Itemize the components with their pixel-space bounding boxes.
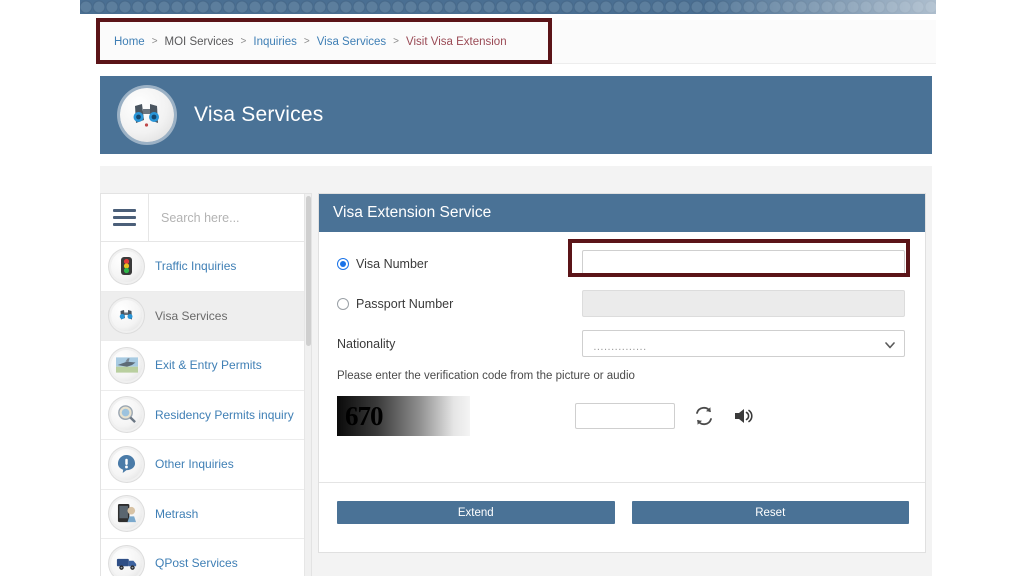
captcha-image: 670 xyxy=(337,396,470,436)
breadcrumb: Home > MOI Services > Inquiries > Visa S… xyxy=(96,36,507,48)
captcha-row: 670 xyxy=(337,396,905,436)
breadcrumb-separator: > xyxy=(393,36,400,47)
binoculars-icon xyxy=(111,300,142,332)
sidebar-item-qpost-services[interactable]: QPost Services xyxy=(101,539,311,576)
breadcrumb-bar: Home > MOI Services > Inquiries > Visa S… xyxy=(96,20,936,64)
top-nav-strip xyxy=(80,0,936,14)
body-area: Traffic Inquiries Visa Services xyxy=(100,166,932,576)
reset-button[interactable]: Reset xyxy=(631,501,909,524)
nationality-row: Nationality ............... xyxy=(337,330,905,357)
speaker-icon[interactable] xyxy=(733,405,755,427)
visa-number-option[interactable]: Visa Number xyxy=(337,257,582,271)
captcha-code: 670 xyxy=(345,400,383,431)
page-container: Home > MOI Services > Inquiries > Visa S… xyxy=(96,14,936,576)
breadcrumb-item-visit-visa-extension: Visit Visa Extension xyxy=(406,35,507,48)
hamburger-bar xyxy=(113,223,136,226)
nationality-label: Nationality xyxy=(337,336,396,351)
hamburger-icon[interactable] xyxy=(101,194,149,241)
sidebar-item-metrash[interactable]: Metrash xyxy=(101,489,311,539)
breadcrumb-separator: > xyxy=(240,36,247,47)
sidebar-scrollbar[interactable] xyxy=(304,194,311,576)
captcha-hint: Please enter the verification code from … xyxy=(337,370,635,382)
exclamation-icon xyxy=(111,448,142,480)
sidebar-item-label: QPost Services xyxy=(155,556,238,571)
sidebar-item-label: Traffic Inquiries xyxy=(155,259,237,274)
airplane-icon xyxy=(111,349,142,381)
sidebar-item-other-inquiries[interactable]: Other Inquiries xyxy=(101,440,311,490)
service-banner: Visa Services xyxy=(100,76,932,154)
captcha-input[interactable] xyxy=(575,403,675,429)
magnifier-globe-icon xyxy=(111,399,142,431)
passport-number-row: Passport Number xyxy=(337,290,905,317)
extend-button[interactable]: Extend xyxy=(337,501,615,524)
sidebar-search-row xyxy=(101,194,311,242)
sidebar-item-label: Metrash xyxy=(155,506,199,521)
hamburger-bar xyxy=(113,209,136,212)
visa-number-radio[interactable] xyxy=(337,257,349,270)
passport-number-input xyxy=(582,290,905,317)
delivery-truck-icon xyxy=(111,547,142,576)
page-title: Visa Services xyxy=(194,103,324,126)
passport-number-label: Passport Number xyxy=(356,296,454,311)
passport-number-option[interactable]: Passport Number xyxy=(337,297,582,311)
visa-number-input[interactable] xyxy=(582,250,905,277)
sidebar-item-residency-permits-inquiry[interactable]: Residency Permits inquiry xyxy=(101,390,311,440)
binoculars-icon xyxy=(120,88,174,142)
sidebar: Traffic Inquiries Visa Services xyxy=(100,193,312,576)
nationality-select[interactable]: ............... xyxy=(582,330,905,357)
breadcrumb-item-moi-services: MOI Services xyxy=(164,35,234,48)
sidebar-item-label: Exit & Entry Permits xyxy=(155,358,262,373)
breadcrumb-separator: > xyxy=(303,36,310,47)
breadcrumb-separator: > xyxy=(151,36,158,47)
refresh-icon[interactable] xyxy=(693,405,715,427)
sidebar-item-exit-entry-permits[interactable]: Exit & Entry Permits xyxy=(101,341,311,391)
traffic-light-icon xyxy=(111,250,142,282)
sidebar-item-visa-services[interactable]: Visa Services xyxy=(101,291,311,341)
breadcrumb-item-home[interactable]: Home xyxy=(114,36,145,48)
breadcrumb-item-inquiries[interactable]: Inquiries xyxy=(253,36,296,48)
visa-number-label: Visa Number xyxy=(356,256,429,271)
mobile-device-icon xyxy=(111,498,142,530)
passport-number-radio[interactable] xyxy=(337,297,349,310)
breadcrumb-item-visa-services[interactable]: Visa Services xyxy=(317,36,386,48)
sidebar-item-label: Visa Services xyxy=(155,308,228,323)
form-body: Visa Number Passport Number Nationality xyxy=(319,232,925,436)
hamburger-bar xyxy=(113,216,136,219)
sidebar-item-label: Residency Permits inquiry xyxy=(155,407,294,422)
search-input[interactable] xyxy=(149,194,311,241)
visa-number-row: Visa Number xyxy=(337,250,905,277)
screenshot-root: Home > MOI Services > Inquiries > Visa S… xyxy=(0,0,1024,576)
top-nav-fade xyxy=(706,0,936,14)
form-title: Visa Extension Service xyxy=(333,204,492,221)
sidebar-item-label: Other Inquiries xyxy=(155,457,234,472)
form-panel: Visa Extension Service Visa Number Passp… xyxy=(318,193,926,553)
nationality-selected-value: ............... xyxy=(593,341,647,353)
sidebar-scrollbar-thumb[interactable] xyxy=(306,196,311,346)
sidebar-item-traffic-inquiries[interactable]: Traffic Inquiries xyxy=(101,242,311,292)
form-actions: Extend Reset xyxy=(337,501,909,524)
form-divider xyxy=(319,482,925,483)
chevron-down-icon xyxy=(885,342,895,349)
form-panel-header: Visa Extension Service xyxy=(319,194,925,232)
